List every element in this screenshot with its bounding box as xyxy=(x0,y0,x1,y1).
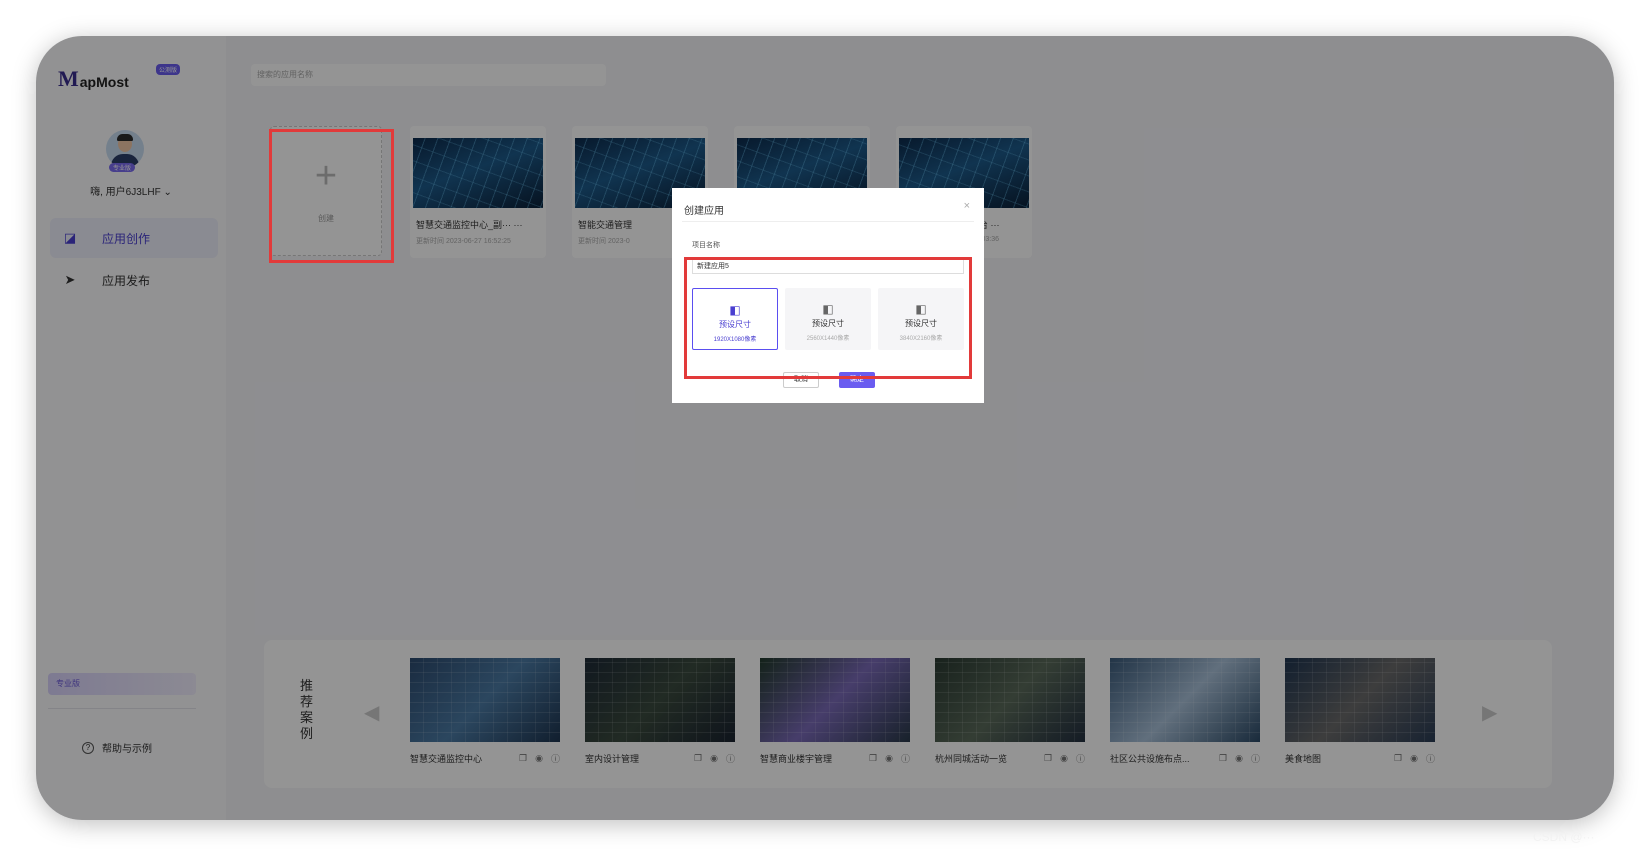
close-icon[interactable]: × xyxy=(964,200,970,212)
app-window: M apMost 公测版 专业版 嗨, 用户6J3LHF ⌄ ◪ 应用创作 ➤ … xyxy=(36,36,1614,820)
project-name-label: 项目名称 xyxy=(692,242,720,249)
divider xyxy=(682,221,974,222)
highlight-box xyxy=(269,129,394,263)
watermark: CSDN @··· xyxy=(1533,830,1595,844)
highlight-box xyxy=(684,257,972,379)
dialog-title: 创建应用 xyxy=(684,206,724,217)
